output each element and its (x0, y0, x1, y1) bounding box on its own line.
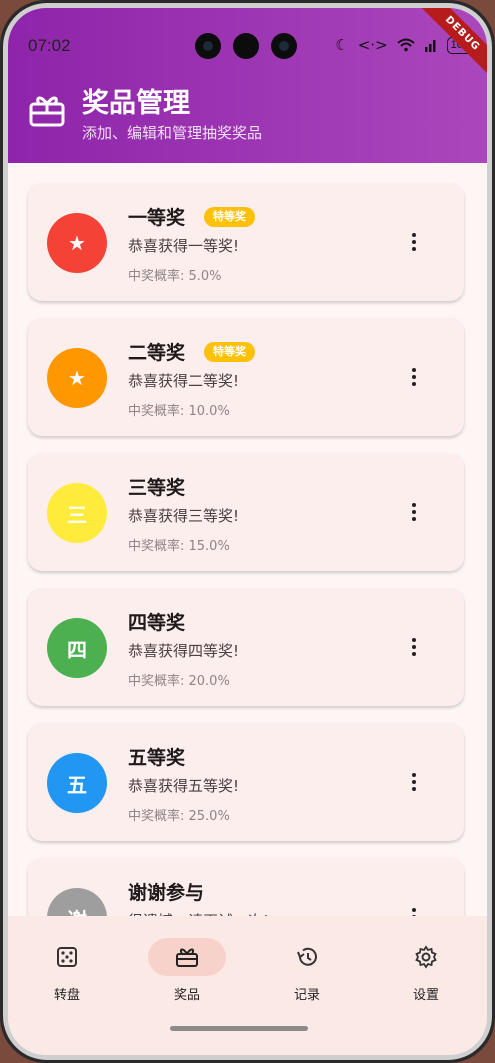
prize-avatar: ★ (47, 213, 107, 273)
prize-probability: 中奖概率: 20.0% (128, 674, 230, 689)
moon-icon: ☾ (335, 36, 349, 54)
nav-item-history[interactable]: 记录 (267, 938, 347, 1008)
prize-name: 三等奖 (128, 477, 186, 499)
dice-icon (35, 938, 99, 976)
more-options-icon[interactable] (402, 635, 426, 659)
camera-icon (233, 33, 259, 59)
prize-description: 恭喜获得二等奖! (128, 372, 240, 390)
prize-card[interactable]: ★ 二等奖 特等奖 恭喜获得二等奖! 中奖概率: 10.0% (28, 318, 464, 436)
status-bar: 07:02 ☾ <·> 100 DEBUG (8, 8, 487, 88)
page-title: 奖品管理 (82, 88, 190, 119)
prize-description: 恭喜获得一等奖! (128, 237, 240, 255)
app-header: 07:02 ☾ <·> 100 DEBUG 奖品管理 (8, 8, 487, 163)
nav-item-prizes[interactable]: 奖品 (147, 938, 227, 1008)
prize-probability: 中奖概率: 5.0% (128, 269, 222, 284)
prize-list[interactable]: ★ 一等奖 特等奖 恭喜获得一等奖! 中奖概率: 5.0% ★ 二等奖 特等奖 … (8, 163, 487, 918)
prize-name: 一等奖 (128, 207, 186, 229)
prize-name: 四等奖 (128, 612, 186, 634)
page-subtitle: 添加、编辑和管理抽奖奖品 (82, 124, 263, 142)
prize-card[interactable]: ★ 一等奖 特等奖 恭喜获得一等奖! 中奖概率: 5.0% (28, 183, 464, 301)
nav-item-settings[interactable]: 设置 (386, 938, 466, 1008)
nav-item-wheel[interactable]: 转盘 (27, 938, 107, 1008)
prize-description: 恭喜获得四等奖! (128, 642, 240, 660)
nav-label: 记录 (293, 988, 320, 1003)
bottom-navigation: 转盘 奖品 记录 设置 (8, 916, 487, 1055)
more-options-icon[interactable] (402, 770, 426, 794)
history-icon (275, 938, 339, 976)
prize-probability: 中奖概率: 25.0% (128, 809, 230, 824)
prize-badge: 特等奖 (204, 207, 255, 227)
prize-card[interactable]: 四 四等奖 恭喜获得四等奖! 中奖概率: 20.0% (28, 588, 464, 706)
status-time: 07:02 (28, 36, 71, 55)
gift-icon (148, 938, 226, 976)
nav-label: 设置 (412, 988, 439, 1003)
prize-name: 五等奖 (128, 747, 186, 769)
prize-avatar: 三 (47, 483, 107, 543)
prize-description: 恭喜获得三等奖! (128, 507, 240, 525)
more-options-icon[interactable] (402, 500, 426, 524)
camera-icon (195, 33, 221, 59)
camera-icon (271, 33, 297, 59)
settings-icon (394, 938, 458, 976)
prize-card[interactable]: 三 三等奖 恭喜获得三等奖! 中奖概率: 15.0% (28, 453, 464, 571)
prize-description: 恭喜获得五等奖! (128, 777, 240, 795)
more-options-icon[interactable] (402, 230, 426, 254)
gift-box-icon (29, 96, 65, 127)
more-options-icon[interactable] (402, 365, 426, 389)
nav-label: 转盘 (53, 988, 80, 1003)
wifi-icon (396, 38, 415, 52)
nav-label: 奖品 (173, 988, 200, 1003)
home-indicator[interactable] (170, 1026, 308, 1031)
prize-probability: 中奖概率: 10.0% (128, 404, 230, 419)
prize-avatar: 五 (47, 753, 107, 813)
phone-frame: 07:02 ☾ <·> 100 DEBUG 奖品管理 (0, 0, 495, 1063)
prize-avatar: 谢 (47, 888, 107, 918)
prize-card[interactable]: 谢 谢谢参与 很遗憾，请再试一次! (28, 858, 464, 918)
prize-name: 谢谢参与 (128, 882, 205, 904)
prize-name: 二等奖 (128, 342, 186, 364)
prize-avatar: ★ (47, 348, 107, 408)
prize-card[interactable]: 五 五等奖 恭喜获得五等奖! 中奖概率: 25.0% (28, 723, 464, 841)
prize-avatar: 四 (47, 618, 107, 678)
app-screen: 07:02 ☾ <·> 100 DEBUG 奖品管理 (8, 8, 487, 1055)
data-arrows-icon: <·> (357, 36, 388, 54)
signal-icon (424, 40, 436, 52)
prize-probability: 中奖概率: 15.0% (128, 539, 230, 554)
prize-badge: 特等奖 (204, 342, 255, 362)
